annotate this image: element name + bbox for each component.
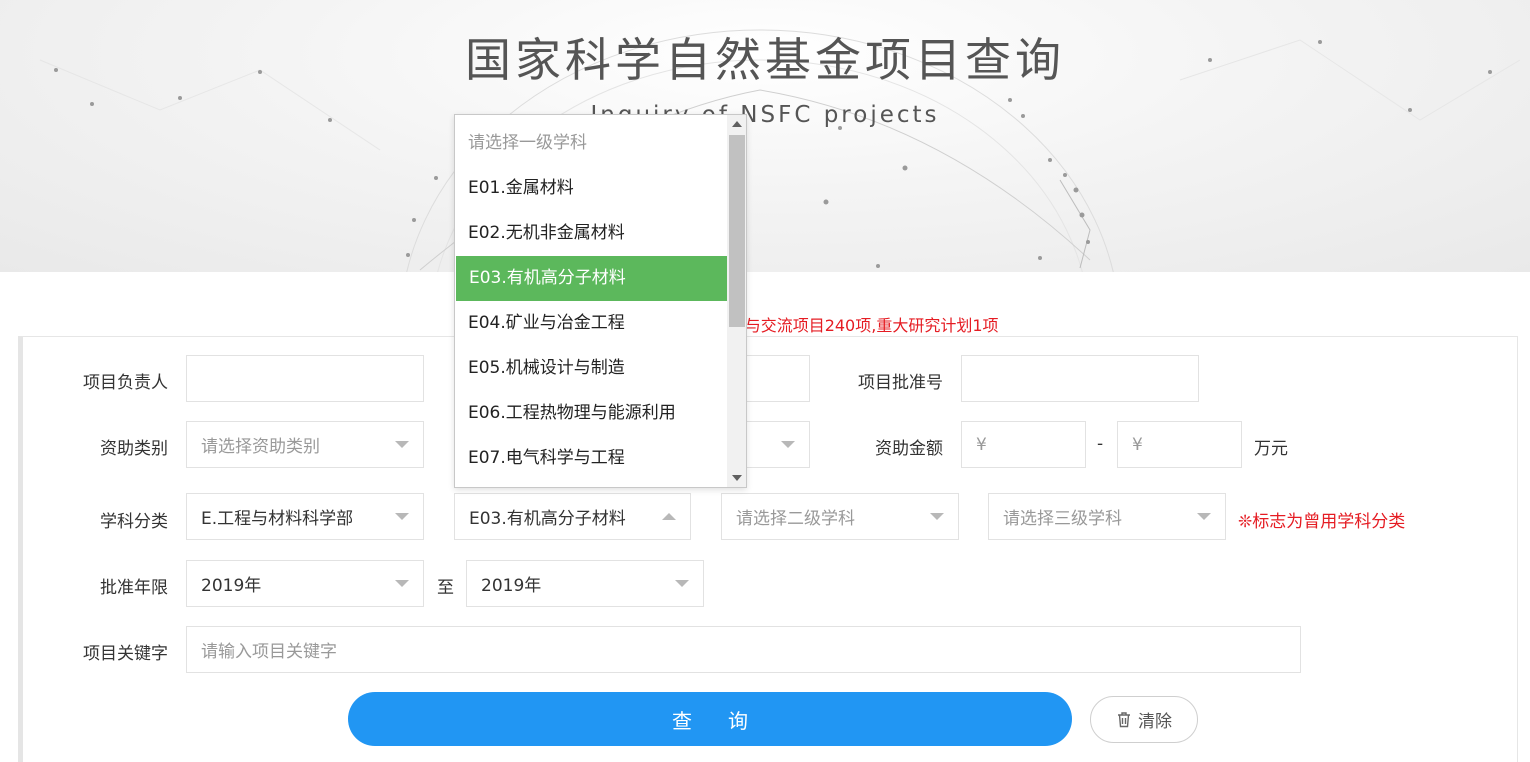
scroll-down-arrow-icon[interactable]	[732, 475, 742, 481]
dropdown-option-placeholder[interactable]: 请选择一级学科	[455, 121, 727, 166]
dropdown-option[interactable]: E02.无机非金属材料	[455, 211, 727, 256]
currency-symbol: ¥	[976, 434, 987, 455]
dropdown-option-selected[interactable]: E03.有机高分子材料	[456, 256, 727, 301]
legacy-discipline-hint: ❊标志为曾用学科分类	[1238, 512, 1406, 532]
pi-input[interactable]	[186, 355, 424, 402]
search-button[interactable]: 查询	[348, 692, 1072, 746]
discipline-level3-placeholder: 请选择三级学科	[1003, 509, 1122, 529]
discipline-level1-dropdown[interactable]: 请选择一级学科 E01.金属材料 E02.无机非金属材料 E03.有机高分子材料…	[454, 114, 747, 488]
dropdown-option[interactable]: E07.电气科学与工程	[455, 436, 727, 481]
amount-min-input[interactable]: ¥	[961, 421, 1086, 468]
page-subtitle: Inquiry of NSFC projects	[590, 102, 940, 128]
chevron-down-icon	[395, 513, 409, 520]
chevron-down-icon	[675, 580, 689, 587]
keyword-placeholder: 请输入项目关键字	[201, 642, 337, 662]
discipline-level2-select[interactable]: 请选择二级学科	[721, 493, 959, 540]
dropdown-scrollbar[interactable]	[727, 115, 746, 487]
update-notice: 新增2019年…国际(地区)合作与交流项目240项,重大研究计划1项	[531, 316, 999, 335]
currency-symbol: ¥	[1132, 434, 1143, 455]
chevron-down-icon	[781, 441, 795, 448]
institution-input[interactable]	[740, 355, 810, 402]
years-label: 批准年限	[100, 578, 168, 598]
year-to-value: 2019年	[481, 576, 542, 596]
scrollbar-thumb[interactable]	[729, 135, 745, 327]
amount-separator: -	[1097, 434, 1104, 454]
chevron-up-icon	[662, 513, 676, 520]
dropdown-option[interactable]: E04.矿业与冶金工程	[455, 301, 727, 346]
discipline-level2-placeholder: 请选择二级学科	[736, 509, 855, 529]
amount-max-input[interactable]: ¥	[1117, 421, 1242, 468]
pi-label: 项目负责人	[83, 373, 168, 393]
year-from-value: 2019年	[201, 576, 262, 596]
dropdown-option[interactable]: E05.机械设计与制造	[455, 346, 727, 391]
secondary-select[interactable]	[740, 421, 810, 468]
clear-button[interactable]: 清除	[1090, 696, 1198, 743]
discipline-level1-select[interactable]: E03.有机高分子材料	[454, 493, 691, 540]
dropdown-option[interactable]: E01.金属材料	[455, 166, 727, 211]
discipline-department-value: E.工程与材料科学部	[201, 509, 354, 529]
dropdown-option[interactable]: E06.工程热物理与能源利用	[455, 391, 727, 436]
discipline-level3-select[interactable]: 请选择三级学科	[988, 493, 1226, 540]
dropdown-options: 请选择一级学科 E01.金属材料 E02.无机非金属材料 E03.有机高分子材料…	[455, 121, 727, 481]
funding-type-select[interactable]: 请选择资助类别	[186, 421, 424, 468]
funding-type-placeholder: 请选择资助类别	[201, 437, 320, 457]
clear-button-label: 清除	[1138, 712, 1172, 732]
discipline-level1-value: E03.有机高分子材料	[469, 509, 626, 529]
discipline-department-select[interactable]: E.工程与材料科学部	[186, 493, 424, 540]
scroll-up-arrow-icon[interactable]	[732, 121, 742, 127]
keyword-input[interactable]: 请输入项目关键字	[186, 626, 1301, 673]
page-title: 国家科学自然基金项目查询	[465, 33, 1065, 87]
approval-no-label: 项目批准号	[858, 373, 943, 393]
trash-icon	[1118, 712, 1130, 728]
amount-unit: 万元	[1254, 439, 1288, 459]
year-to-select[interactable]: 2019年	[466, 560, 704, 607]
funding-type-label: 资助类别	[100, 439, 168, 459]
banner: 国家科学自然基金项目查询 Inquiry of NSFC projects	[0, 0, 1530, 272]
approval-no-input[interactable]	[961, 355, 1199, 402]
amount-label: 资助金额	[875, 439, 943, 459]
years-to-label: 至	[437, 578, 454, 598]
chevron-down-icon	[395, 580, 409, 587]
year-from-select[interactable]: 2019年	[186, 560, 424, 607]
keyword-label: 项目关键字	[83, 644, 168, 664]
search-button-label: 查询	[672, 708, 784, 733]
discipline-label: 学科分类	[100, 512, 168, 532]
chevron-down-icon	[930, 513, 944, 520]
chevron-down-icon	[395, 441, 409, 448]
chevron-down-icon	[1197, 513, 1211, 520]
